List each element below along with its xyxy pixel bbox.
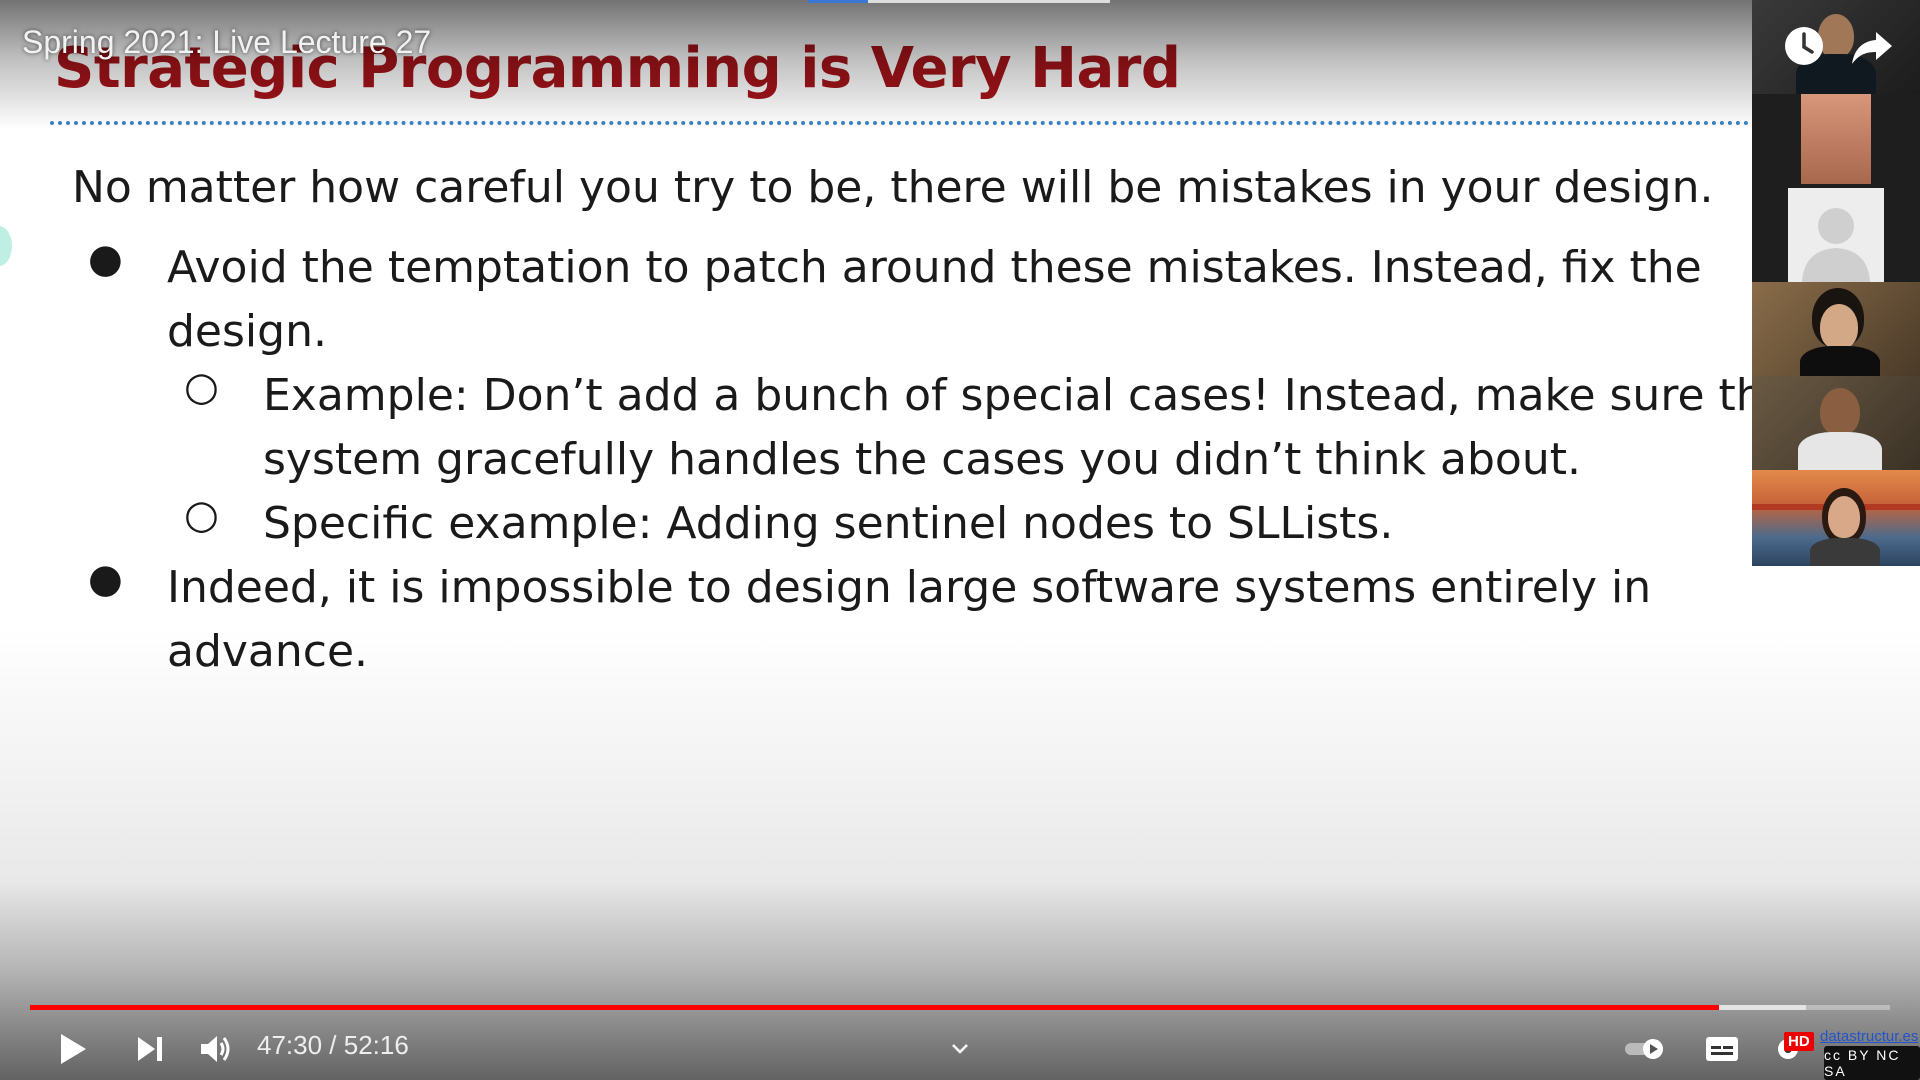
video-player[interactable]: Strategic Programming is Very Hard No ma… [0, 0, 1920, 1080]
bullet-marker: ● [88, 556, 123, 602]
channel-watermark-link[interactable]: datastructur.es [1820, 1028, 1918, 1045]
participant-avatar-box [1788, 188, 1884, 282]
progress-played [30, 1005, 1719, 1010]
time-total: 52:16 [343, 1030, 409, 1060]
volume-icon [201, 1036, 230, 1062]
top-progress-strip [808, 0, 1110, 3]
participant-body [1800, 346, 1880, 376]
bullet-1-line-2: design. [167, 306, 327, 357]
time-separator: / [322, 1030, 344, 1060]
chevron-down-icon [952, 1044, 968, 1054]
edge-marker [0, 226, 12, 266]
bullet-1-line-1: Avoid the temptation to patch around the… [167, 242, 1702, 293]
clock-icon [1785, 27, 1823, 65]
participant-body [1798, 432, 1882, 470]
bullet-2-line-1: Indeed, it is impossible to design large… [167, 562, 1652, 613]
time-current: 47:30 [257, 1030, 323, 1060]
sub-bullet-marker: ○ [184, 492, 219, 538]
video-title[interactable]: Spring 2021: Live Lecture 27 [22, 24, 431, 61]
skip-next-icon [138, 1037, 162, 1061]
sub-bullet-1-line-2: system gracefully handles the cases you … [263, 434, 1581, 485]
time-display: 47:30 / 52:16 [257, 1030, 409, 1061]
play-button[interactable] [50, 1018, 96, 1080]
watch-later-button[interactable] [1780, 22, 1828, 70]
title-divider [50, 121, 1750, 125]
participant-tile [1752, 94, 1920, 282]
participant-video-strip [1801, 94, 1871, 184]
participant-tile [1752, 470, 1920, 566]
participant-tile [1752, 282, 1920, 376]
slide-intro: No matter how careful you try to be, the… [72, 162, 1714, 213]
bullet-2-line-2: advance. [167, 626, 369, 677]
hd-badge: HD [1784, 1032, 1814, 1051]
sub-bullet-2-line-1: Specific example: Adding sentinel nodes … [263, 498, 1394, 549]
participant-face [1820, 304, 1858, 350]
user-silhouette-icon [1802, 208, 1870, 282]
progress-bar[interactable] [30, 1005, 1890, 1010]
cc-license-badge: cc BY NC SA [1824, 1046, 1920, 1080]
participant-face [1828, 496, 1860, 538]
participant-body [1810, 538, 1880, 566]
participant-gallery [1752, 0, 1920, 566]
toggle-icon [1625, 1039, 1663, 1059]
sub-bullet-marker: ○ [184, 364, 219, 410]
volume-button[interactable] [196, 1018, 236, 1080]
share-button[interactable] [1848, 22, 1896, 70]
chapter-expand-button[interactable] [948, 1018, 972, 1080]
next-button[interactable] [130, 1018, 170, 1080]
subtitles-button[interactable] [1704, 1018, 1740, 1080]
play-icon [61, 1034, 86, 1064]
sub-bullet-1-line-1: Example: Don’t add a bunch of special ca… [263, 370, 1791, 421]
participant-tile [1752, 376, 1920, 470]
share-arrow-icon [1852, 32, 1892, 64]
bullet-marker: ● [88, 236, 123, 282]
subtitles-icon [1706, 1037, 1738, 1061]
participant-face [1820, 388, 1860, 436]
autoplay-toggle[interactable] [1622, 1018, 1668, 1080]
